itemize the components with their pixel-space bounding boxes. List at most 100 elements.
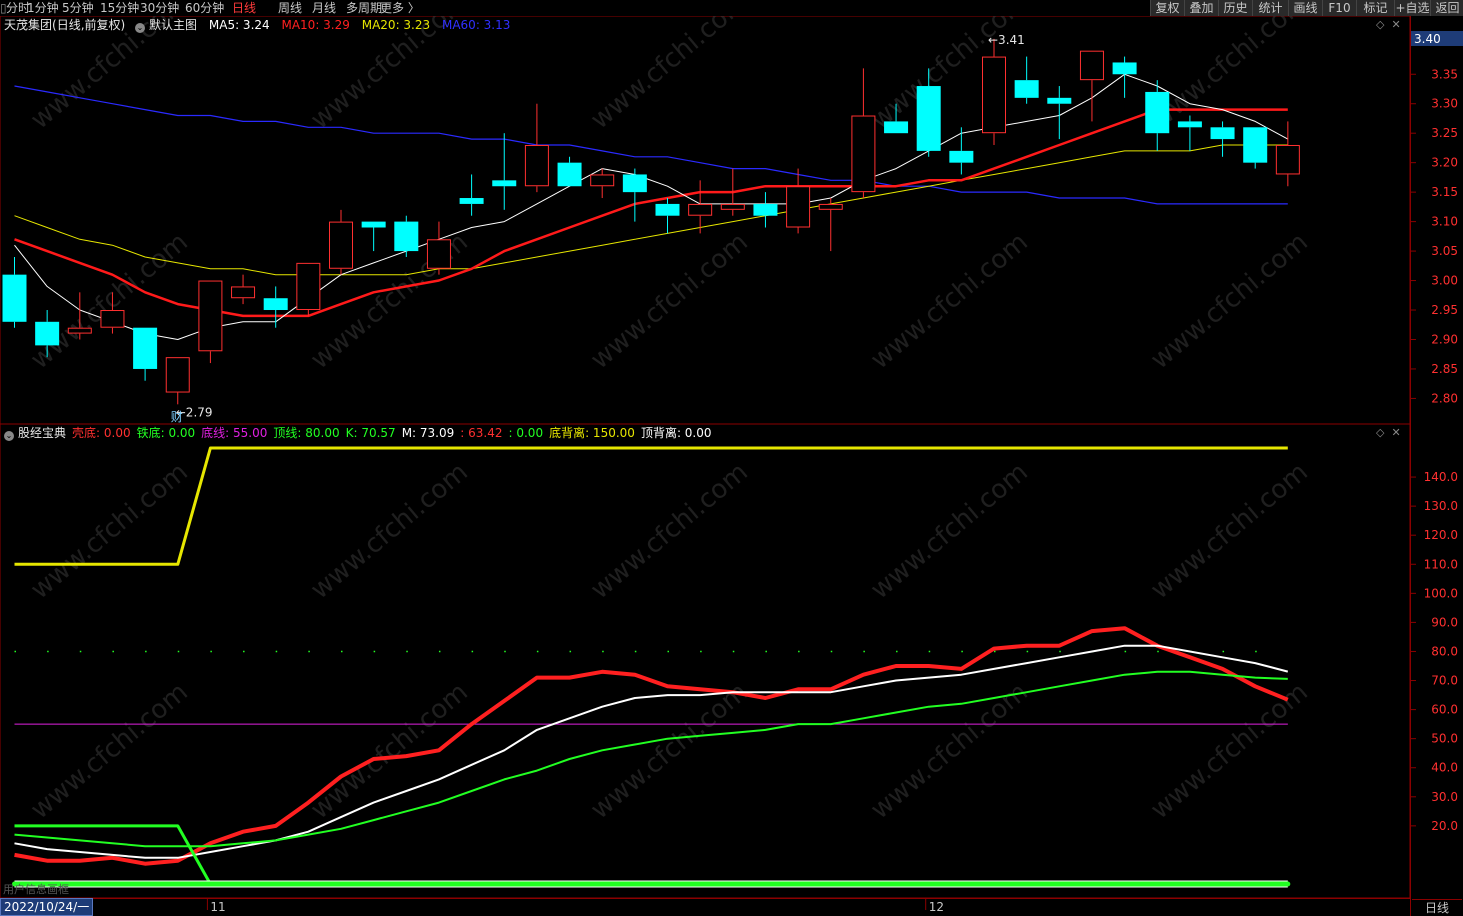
diamond-icon[interactable]: ◇: [1376, 18, 1384, 31]
candle-body-down: [1145, 91, 1170, 134]
ma20-value: MA20: 3.23: [361, 18, 431, 32]
price-tick-label: 2.85: [1431, 362, 1458, 376]
indicator-tick-label: 60.0: [1431, 703, 1458, 717]
watermark-text: www.cfchi.com: [585, 0, 754, 135]
indicator-tick-label: 90.0: [1431, 615, 1458, 629]
indicator-tick-label: 110.0: [1424, 557, 1458, 571]
toolbar-button-8[interactable]: 返回: [1430, 0, 1463, 16]
finance-marker: 财: [171, 410, 183, 424]
period-tab-4[interactable]: 30分钟: [140, 0, 179, 16]
diamond-icon[interactable]: ◇: [1376, 426, 1384, 439]
candle: [1014, 56, 1039, 104]
period-tab-10[interactable]: 更多 〉: [380, 0, 420, 16]
candle-body-down: [1014, 80, 1039, 98]
panel-controls: ◇ ✕: [1376, 17, 1401, 33]
candle-body-down: [492, 180, 517, 187]
toolbar-button-4[interactable]: 画线: [1288, 0, 1322, 16]
candle: [622, 168, 647, 222]
toolbar-button-5[interactable]: F10: [1322, 0, 1356, 16]
candle: [2, 256, 27, 328]
period-tab-6[interactable]: 日线: [232, 0, 256, 16]
candle: [786, 168, 811, 234]
toolbar-button-6[interactable]: 标记: [1356, 0, 1394, 16]
candle: [296, 262, 321, 316]
watermark-text: www.cfchi.com: [865, 677, 1034, 825]
price-tick-label: 2.95: [1431, 303, 1458, 317]
candle: [851, 68, 876, 199]
indicator-tick-label: 30.0: [1431, 790, 1458, 804]
candle: [982, 38, 1006, 145]
candle-body-up: [100, 310, 125, 328]
template-icon[interactable]: ⌄: [135, 23, 146, 33]
window-icon[interactable]: ▯: [0, 0, 7, 16]
stock-name[interactable]: 天茂集团: [4, 18, 52, 32]
toolbar-button-7[interactable]: +自选: [1394, 0, 1430, 16]
period-tab-7[interactable]: 周线: [278, 0, 302, 16]
candle-body-up: [296, 262, 321, 311]
price-tick-label: 3.05: [1431, 244, 1458, 258]
indicator-icon[interactable]: ⌄: [4, 431, 14, 441]
watermark-text: www.cfchi.com: [1145, 457, 1314, 605]
indicator-name[interactable]: 股经宝典: [18, 426, 66, 440]
ma60-line: [14, 85, 1288, 205]
candle: [198, 280, 223, 364]
candle-body-up: [786, 186, 811, 228]
candle-body-up: [720, 203, 745, 210]
candle-body-up: [1079, 50, 1104, 81]
candle-body-down: [916, 86, 941, 151]
indicator-tick-label: 40.0: [1431, 761, 1458, 775]
candle-body-up: [329, 221, 353, 269]
period-tab-5[interactable]: 60分钟: [185, 0, 224, 16]
bottom-hint: 用户信息画框: [3, 883, 69, 896]
candle-body-up: [818, 203, 843, 210]
candle-body-up: [231, 286, 256, 299]
candle-body-down: [1047, 97, 1072, 104]
candle-body-down: [753, 203, 778, 216]
price-tick-label: 2.90: [1431, 332, 1458, 346]
candle-body-down: [133, 327, 158, 369]
candle: [426, 221, 451, 275]
candle-body-down: [361, 221, 386, 228]
candle: [1210, 121, 1235, 157]
indicator-lines: [12, 446, 1291, 888]
period-tab-2[interactable]: 5分钟: [62, 0, 94, 16]
close-icon[interactable]: ✕: [1391, 18, 1400, 31]
period-tab-8[interactable]: 月线: [312, 0, 336, 16]
kline-chart[interactable]: www.cfchi.com www.cfchi.com www.cfchi.com w…: [0, 0, 1463, 916]
template-label[interactable]: 默认主图: [149, 18, 197, 32]
period-tab-9[interactable]: 多周期: [346, 0, 382, 16]
indicator-value-0: 壳底: 0.00: [72, 426, 131, 440]
ma10-value: MA10: 3.29: [281, 18, 350, 32]
indicator-value-1: 铁底: 0.00: [136, 426, 196, 440]
watermark-text: www.cfchi.com: [585, 457, 754, 605]
period-indicator[interactable]: 日线: [1412, 899, 1462, 916]
main-price-axis: 2.80 2.85 2.90 2.95 3.00 3.05 3.10 3.15 3.20 3.25…: [1410, 31, 1463, 405]
candle-body-down: [2, 274, 27, 322]
price-tick-label: 3.15: [1431, 185, 1458, 199]
indicator-value-7: : 0.00: [508, 426, 544, 440]
toolbar-button-3[interactable]: 统计: [1252, 0, 1288, 16]
indicator-tick-label: 70.0: [1431, 674, 1458, 688]
candle-body-up: [198, 280, 223, 352]
watermark-text: www.cfchi.com: [865, 227, 1034, 375]
indicator-tick-label: 100.0: [1424, 586, 1458, 600]
candle-body-up: [590, 174, 615, 187]
price-tick-label: 3.10: [1431, 215, 1458, 229]
indicator-controls: ◇ ✕: [1376, 425, 1401, 441]
candle-body-down: [557, 162, 582, 187]
candle-body-down: [394, 221, 419, 252]
candle-body-up: [1275, 144, 1300, 175]
toolbar-button-2[interactable]: 历史: [1218, 0, 1252, 16]
candle: [361, 221, 386, 252]
candle-body-down: [1112, 62, 1137, 75]
period-tab-1[interactable]: 1分钟: [27, 0, 59, 16]
close-icon[interactable]: ✕: [1391, 426, 1400, 439]
toolbar-button-0[interactable]: 复权: [1150, 0, 1184, 16]
toolbar-button-1[interactable]: 叠加: [1184, 0, 1218, 16]
watermark-text: www.cfchi.com: [865, 0, 1034, 135]
date-tick-label: 12: [929, 900, 944, 914]
candle-body-down: [622, 174, 647, 193]
period-tab-3[interactable]: 15分钟: [100, 0, 139, 16]
indicator-value-3: 顶线: 80.00: [273, 426, 340, 440]
candle: [492, 133, 517, 210]
